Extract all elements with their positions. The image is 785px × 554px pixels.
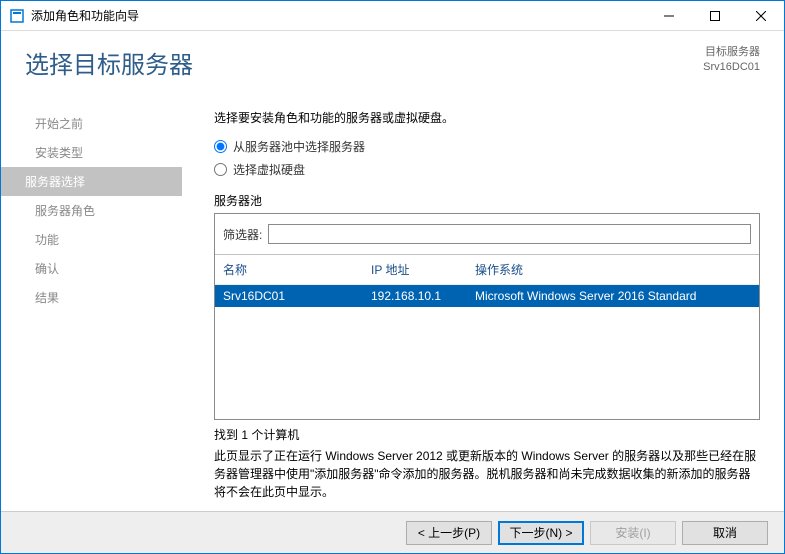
next-button[interactable]: 下一步(N) > — [498, 521, 584, 545]
cancel-button[interactable]: 取消 — [682, 521, 768, 545]
minimize-button[interactable] — [646, 1, 692, 31]
instruction-text: 选择要安装角色和功能的服务器或虚拟硬盘。 — [214, 109, 760, 126]
wizard-footer: < 上一步(P) 下一步(N) > 安装(I) 取消 — [1, 511, 784, 553]
sidebar-item-before-you-begin[interactable]: 开始之前 — [1, 109, 196, 138]
radio-vhd-label: 选择虚拟硬盘 — [233, 161, 305, 178]
server-name: Srv16DC01 — [223, 289, 371, 303]
column-name[interactable]: 名称 — [223, 261, 371, 278]
destination-value: Srv16DC01 — [703, 60, 760, 75]
radio-vhd[interactable] — [214, 163, 227, 176]
column-headers: 名称 IP 地址 操作系统 — [215, 255, 759, 285]
filter-label: 筛选器: — [223, 226, 262, 243]
page-title: 选择目标服务器 — [25, 45, 193, 80]
previous-button[interactable]: < 上一步(P) — [406, 521, 492, 545]
app-icon — [9, 8, 25, 24]
server-ip: 192.168.10.1 — [371, 289, 475, 303]
sidebar-item-installation-type[interactable]: 安装类型 — [1, 138, 196, 167]
wizard-content: 选择要安装角色和功能的服务器或虚拟硬盘。 从服务器池中选择服务器 选择虚拟硬盘 … — [196, 95, 784, 507]
destination-label: 目标服务器 — [703, 45, 760, 60]
server-os: Microsoft Windows Server 2016 Standard — [475, 289, 751, 303]
page-description: 此页显示了正在运行 Windows Server 2012 或更新版本的 Win… — [214, 447, 760, 501]
radio-server-pool[interactable] — [214, 140, 227, 153]
maximize-button[interactable] — [692, 1, 738, 31]
window-title: 添加角色和功能向导 — [31, 7, 646, 24]
sidebar-item-results[interactable]: 结果 — [1, 283, 196, 312]
install-button: 安装(I) — [590, 521, 676, 545]
sidebar-item-server-roles[interactable]: 服务器角色 — [1, 196, 196, 225]
wizard-header: 选择目标服务器 目标服务器 Srv16DC01 — [1, 31, 784, 95]
destination-info: 目标服务器 Srv16DC01 — [703, 45, 760, 76]
column-os[interactable]: 操作系统 — [475, 261, 751, 278]
radio-server-pool-label: 从服务器池中选择服务器 — [233, 138, 365, 155]
close-button[interactable] — [738, 1, 784, 31]
server-row[interactable]: Srv16DC01 192.168.10.1 Microsoft Windows… — [215, 285, 759, 307]
server-pool-label: 服务器池 — [214, 192, 760, 209]
filter-input[interactable] — [268, 224, 751, 244]
server-pool-box: 筛选器: 名称 IP 地址 操作系统 Srv16DC01 192.168.10.… — [214, 213, 760, 420]
titlebar: 添加角色和功能向导 — [1, 1, 784, 31]
found-count: 找到 1 个计算机 — [214, 426, 760, 443]
column-ip[interactable]: IP 地址 — [371, 261, 475, 278]
sidebar-item-features[interactable]: 功能 — [1, 225, 196, 254]
list-empty-space — [215, 307, 759, 419]
sidebar-item-confirmation[interactable]: 确认 — [1, 254, 196, 283]
sidebar-item-server-selection[interactable]: 服务器选择 — [1, 167, 182, 196]
wizard-sidebar: 开始之前 安装类型 服务器选择 服务器角色 功能 确认 结果 — [1, 95, 196, 507]
